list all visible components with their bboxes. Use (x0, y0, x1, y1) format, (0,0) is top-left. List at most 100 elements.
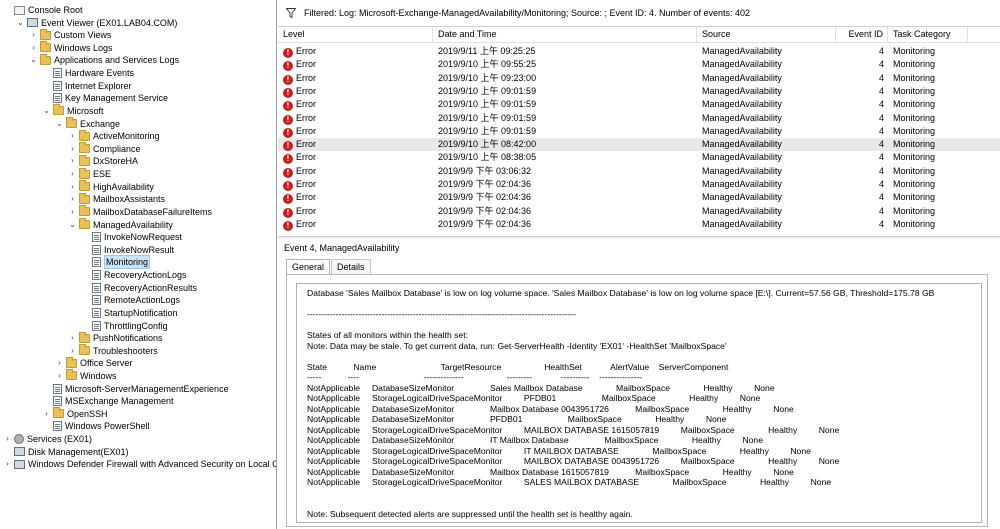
tree-item[interactable]: Monitoring (81, 255, 151, 270)
tree-item[interactable]: › ActiveMonitoring (68, 129, 160, 142)
tree-item[interactable]: › MailboxDatabaseFailureItems (68, 205, 212, 218)
tree-item[interactable]: ⌄ Microsoft (42, 104, 104, 117)
column-header-level[interactable]: Level (278, 27, 433, 43)
expand-chevron-icon[interactable]: › (29, 29, 38, 41)
tree-item[interactable]: ⌄ ManagedAvailability (68, 218, 173, 231)
tree-item[interactable]: › Services (EX01) (3, 433, 92, 445)
event-source: ManagedAvailability (702, 85, 782, 96)
error-icon: ! (283, 61, 293, 72)
expand-chevron-icon[interactable]: › (55, 370, 64, 382)
tree-item[interactable]: StartupNotification (81, 307, 178, 319)
collapse-chevron-icon[interactable]: ⌄ (16, 17, 25, 29)
tree-item[interactable]: RecoveryActionLogs (81, 269, 187, 281)
collapse-chevron-icon[interactable]: ⌄ (42, 105, 51, 117)
event-row[interactable]: ! Error 2019/9/10 上午 09:01:59 ManagedAvaila… (278, 98, 1000, 112)
expand-chevron-icon[interactable]: › (3, 433, 12, 445)
event-task-category: Monitoring (893, 205, 936, 216)
tree-item-label: Windows (80, 370, 117, 381)
column-header-source[interactable]: Source (697, 27, 836, 43)
collapse-chevron-icon[interactable]: ⌄ (29, 54, 38, 66)
event-row[interactable]: ! Error 2019/9/10 上午 09:23:00 ManagedAvaila… (278, 72, 1000, 85)
collapse-chevron-icon[interactable]: ⌄ (68, 219, 77, 231)
expand-chevron-icon[interactable]: › (68, 332, 77, 344)
expand-chevron-icon[interactable]: › (68, 345, 77, 357)
tree-item[interactable]: RecoveryActionResults (81, 282, 197, 294)
tab-general[interactable]: General (286, 259, 331, 275)
tree-item[interactable]: RemoteActionLogs (81, 294, 180, 306)
tree-item[interactable]: › Custom Views (29, 28, 111, 41)
detail-tabs: General Details (286, 259, 372, 275)
tree-item[interactable]: › Troubleshooters (68, 344, 158, 357)
tree-item[interactable]: › PushNotifications (68, 331, 163, 344)
expand-chevron-icon[interactable]: › (68, 155, 77, 167)
event-level-cell: ! Error (283, 151, 433, 165)
event-row[interactable]: ! Error 2019/9/10 上午 09:01:59 ManagedAvaila… (278, 85, 1000, 98)
event-row[interactable]: ! Error 2019/9/10 上午 08:42:00 ManagedAvaila… (278, 138, 1000, 152)
expand-chevron-icon[interactable]: › (68, 143, 77, 155)
description-line: States of all monitors within the health… (307, 330, 468, 340)
tree-item[interactable]: › Compliance (68, 142, 141, 155)
tree-item-label: ThrottlingConfig (104, 320, 168, 331)
event-row[interactable]: ! Error 2019/9/9 下午 02:04:36 ManagedAvailab… (278, 191, 1000, 205)
event-description[interactable]: Database 'Sales Mailbox Database' is low… (296, 283, 982, 523)
event-id: 4 (878, 165, 884, 176)
event-list[interactable]: Level Date and Time Source Event ID Task… (278, 27, 1000, 235)
column-header-task-category[interactable]: Task Category (888, 27, 968, 43)
tree-item[interactable]: Microsoft-ServerManagementExperience (42, 383, 229, 395)
tree-item[interactable]: › Windows Defender Firewall with Advanced… (3, 458, 276, 470)
tree-item[interactable]: › Windows Logs (29, 41, 113, 54)
event-row[interactable]: ! Error 2019/9/11 上午 09:25:25 ManagedAvaila… (278, 45, 1000, 58)
expand-chevron-icon[interactable]: › (29, 42, 38, 54)
event-row[interactable]: ! Error 2019/9/10 上午 08:38:05 ManagedAvaila… (278, 151, 1000, 165)
tree-item[interactable]: › DxStoreHA (68, 154, 138, 167)
event-row[interactable]: ! Error 2019/9/9 下午 02:04:36 ManagedAvailab… (278, 178, 1000, 191)
expand-chevron-icon[interactable]: › (68, 206, 77, 218)
tree-item-label: ActiveMonitoring (93, 131, 160, 142)
tree-item[interactable]: ThrottlingConfig (81, 320, 168, 332)
tab-details[interactable]: Details (331, 259, 371, 275)
event-task-category: Monitoring (893, 139, 936, 150)
tree-item-label: Office Server (80, 358, 133, 369)
tree-item[interactable]: › OpenSSH (42, 407, 108, 420)
event-datetime: 2019/9/9 下午 02:04:36 (438, 192, 532, 203)
error-icon: ! (283, 220, 293, 231)
tree-item[interactable]: › MailboxAssistants (68, 192, 165, 205)
tree-item[interactable]: Disk Management(EX01) (3, 446, 129, 458)
expand-chevron-icon[interactable]: › (68, 130, 77, 142)
event-row[interactable]: ! Error 2019/9/10 上午 09:55:25 ManagedAvaila… (278, 58, 1000, 72)
expand-chevron-icon[interactable]: › (55, 357, 64, 369)
event-datetime: 2019/9/10 上午 09:01:59 (438, 112, 537, 123)
tree-item[interactable]: InvokeNowRequest (81, 231, 182, 243)
tree-item[interactable]: › Office Server (55, 356, 133, 369)
tree-item[interactable]: Console Root (3, 4, 83, 16)
event-id: 4 (878, 72, 884, 83)
column-header-event-id[interactable]: Event ID (836, 27, 888, 43)
tree-item[interactable]: MSExchange Management (42, 395, 174, 407)
event-row[interactable]: ! Error 2019/9/9 下午 02:04:36 ManagedAvailab… (278, 218, 1000, 231)
column-header-date-time[interactable]: Date and Time (433, 27, 697, 43)
tree-item[interactable]: InvokeNowResult (81, 244, 174, 256)
tree-item[interactable]: Hardware Events (42, 67, 134, 79)
tree-item[interactable]: › Windows (55, 369, 117, 382)
tree-item[interactable]: ⌄ Exchange (55, 117, 120, 130)
tree-item[interactable]: ⌄ Applications and Services Logs (29, 53, 179, 66)
event-row[interactable]: ! Error 2019/9/10 上午 09:01:59 ManagedAvaila… (278, 125, 1000, 138)
tree-item[interactable]: › ESE (68, 167, 111, 180)
expand-chevron-icon[interactable]: › (68, 181, 77, 193)
event-row[interactable]: ! Error 2019/9/9 下午 03:06:32 ManagedAvailab… (278, 165, 1000, 178)
expand-chevron-icon[interactable]: › (68, 193, 77, 205)
tree-item[interactable]: › HighAvailability (68, 180, 154, 193)
event-datetime: 2019/9/10 上午 09:01:59 (438, 125, 537, 136)
tree-item[interactable]: ⌄ Event Viewer (EX01.LAB04.COM) (16, 17, 177, 29)
event-row[interactable]: ! Error 2019/9/10 上午 09:01:59 ManagedAvaila… (278, 112, 1000, 125)
event-task-category: Monitoring (893, 72, 936, 83)
expand-chevron-icon[interactable]: › (42, 408, 51, 420)
event-row[interactable]: ! Error 2019/9/9 下午 02:04:36 ManagedAvailab… (278, 205, 1000, 218)
expand-chevron-icon[interactable]: › (68, 168, 77, 180)
collapse-chevron-icon[interactable]: ⌄ (55, 118, 64, 130)
tree-item[interactable]: Internet Explorer (42, 80, 132, 92)
expand-chevron-icon[interactable]: › (3, 458, 12, 470)
event-id: 4 (878, 205, 884, 216)
tree-item[interactable]: Key Management Service (42, 92, 168, 104)
tree-item[interactable]: Windows PowerShell (42, 420, 150, 432)
